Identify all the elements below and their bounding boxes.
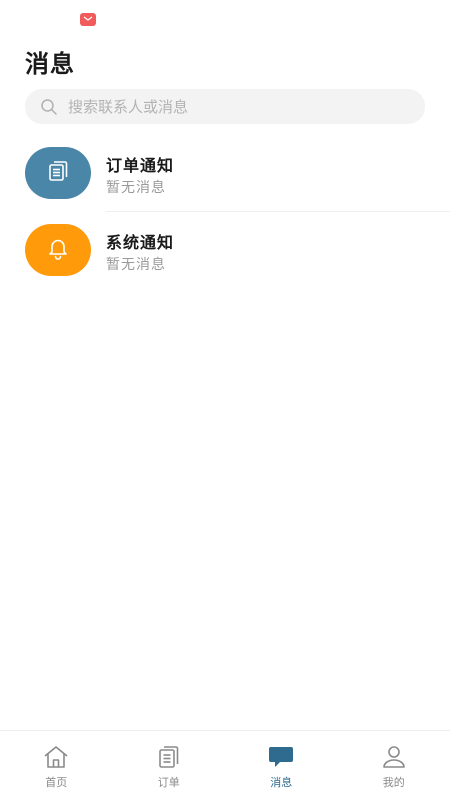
home-icon	[42, 744, 70, 770]
list-item-order-notification[interactable]: 订单通知 暂无消息	[0, 135, 450, 212]
clipboard-icon	[45, 158, 71, 188]
tab-label: 订单	[157, 776, 180, 789]
tab-messages[interactable]: 消息	[225, 731, 338, 800]
order-notification-avatar	[25, 147, 91, 199]
message-icon	[267, 744, 295, 770]
message-title: 订单通知	[106, 156, 175, 175]
list-item-system-notification[interactable]: 系统通知 暂无消息	[0, 212, 450, 289]
order-icon	[155, 744, 183, 770]
tab-home[interactable]: 首页	[0, 731, 113, 800]
message-subtitle: 暂无消息	[106, 257, 166, 273]
user-icon	[380, 744, 408, 770]
page-title: 消息	[25, 50, 75, 78]
bottom-tab-bar: 首页 订单 消息 我的	[0, 730, 450, 800]
tab-orders[interactable]: 订单	[113, 731, 226, 800]
search-bar[interactable]	[25, 89, 425, 124]
tab-label: 消息	[270, 776, 293, 789]
mail-icon	[80, 13, 96, 26]
system-notification-avatar	[25, 224, 91, 276]
status-bar	[0, 0, 450, 34]
tab-profile[interactable]: 我的	[338, 731, 450, 800]
message-title: 系统通知	[106, 233, 175, 252]
tab-label: 首页	[45, 776, 68, 789]
search-icon	[40, 98, 58, 116]
bell-icon	[45, 235, 71, 265]
message-list: 订单通知 暂无消息 系统通知 暂无消息	[0, 135, 450, 289]
tab-label: 我的	[382, 776, 405, 789]
message-subtitle: 暂无消息	[106, 180, 166, 196]
search-input[interactable]	[68, 97, 388, 116]
